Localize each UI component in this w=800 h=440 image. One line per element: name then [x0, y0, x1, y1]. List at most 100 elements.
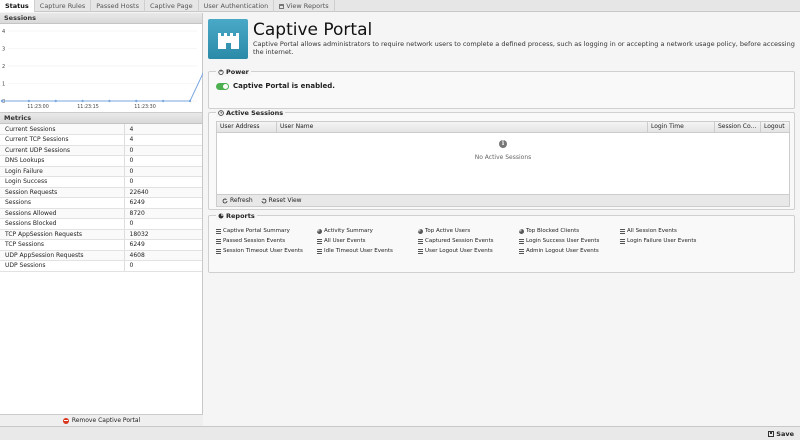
list-icon — [620, 228, 625, 234]
metric-name: TCP Sessions — [0, 239, 124, 251]
report-link[interactable]: User Logout User Events — [418, 248, 519, 254]
power-legend-label: Power — [226, 68, 249, 76]
x-tick-label: 11:23:30 — [134, 104, 156, 110]
grid-toolbar: Refresh Reset View — [216, 195, 790, 207]
save-label: Save — [776, 430, 794, 438]
undo-icon — [261, 197, 267, 203]
metric-value: 6249 — [123, 197, 202, 209]
reset-view-button[interactable]: Reset View — [261, 197, 302, 204]
report-link[interactable]: Captive Portal Summary — [216, 228, 317, 234]
tab-bar: Status Capture Rules Passed Hosts Captiv… — [0, 0, 800, 12]
report-link-label: Activity Summary — [324, 228, 373, 234]
metric-value: 0 — [123, 176, 202, 188]
tab-captive-page[interactable]: Captive Page — [145, 0, 199, 12]
y-tick-label: 1 — [2, 82, 5, 88]
x-tick-label: 11:23:15 — [77, 104, 99, 110]
remove-icon — [62, 417, 69, 424]
metric-value: 0 — [123, 155, 202, 167]
report-link[interactable]: Activity Summary — [317, 228, 418, 234]
metric-row: TCP AppSession Requests 18032 — [0, 229, 202, 240]
report-link[interactable]: Passed Session Events — [216, 238, 317, 244]
empty-state: i No Active Sessions — [217, 140, 789, 161]
report-link-label: Captive Portal Summary — [223, 228, 290, 234]
report-link[interactable]: All User Events — [317, 238, 418, 244]
report-link[interactable]: All Session Events — [620, 228, 721, 234]
refresh-icon — [222, 197, 228, 203]
tab-view-reports[interactable]: View Reports — [274, 0, 335, 12]
info-icon: i — [499, 140, 507, 148]
metric-value: 22640 — [123, 187, 202, 198]
report-link[interactable]: Session Timeout User Events — [216, 248, 317, 254]
metrics-table: Current Sessions 4 Current TCP Sessions 4 Cu… — [0, 124, 202, 272]
metric-row: Current TCP Sessions 4 — [0, 134, 202, 146]
bottom-toolbar: Save — [0, 426, 800, 440]
metric-value: 4 — [123, 124, 202, 135]
calendar-icon — [279, 3, 285, 9]
metric-row: UDP AppSession Requests 4608 — [0, 250, 202, 261]
report-link[interactable]: Captured Session Events — [418, 238, 519, 244]
report-link[interactable]: Login Failure User Events — [620, 238, 721, 244]
power-section: Power Captive Portal is enabled. — [208, 68, 795, 109]
tab-user-authentication[interactable]: User Authentication — [199, 0, 275, 12]
list-icon — [216, 228, 221, 234]
data-point — [108, 99, 111, 103]
pie-icon — [317, 228, 322, 234]
tab-passed-hosts[interactable]: Passed Hosts — [91, 0, 145, 12]
list-icon — [519, 248, 524, 254]
reports-section: Reports Captive Portal Summary Activity S… — [208, 212, 795, 273]
metric-row: Login Success 0 — [0, 176, 202, 188]
captive-portal-logo-icon — [208, 19, 248, 59]
status-sidebar: Sessions 4 3 2 1 0 11:23:00 11:23:15 11:23:30 M… — [0, 13, 203, 426]
report-link[interactable]: Idle Timeout User Events — [317, 248, 418, 254]
metric-value: 4 — [123, 134, 202, 146]
column-user-name[interactable]: User Name — [277, 122, 648, 132]
list-icon — [620, 238, 625, 244]
report-link-label: All User Events — [324, 238, 366, 244]
tab-capture-rules[interactable]: Capture Rules — [35, 0, 92, 12]
report-link[interactable]: Top Blocked Clients — [519, 228, 620, 234]
metric-value: 4608 — [123, 250, 202, 261]
metric-value: 0 — [123, 218, 202, 230]
page-description: Captive Portal allows administrators to … — [253, 40, 795, 56]
report-links: Captive Portal Summary Activity Summary To… — [216, 228, 721, 254]
metric-value: 0 — [123, 166, 202, 177]
column-logout[interactable]: Logout — [761, 122, 789, 132]
y-tick-label: 2 — [2, 64, 5, 70]
data-point — [81, 99, 84, 103]
metric-value: 6249 — [123, 239, 202, 251]
sessions-chart: 4 3 2 1 0 11:23:00 11:23:15 11:23:30 — [0, 24, 203, 113]
column-login-time[interactable]: Login Time — [648, 122, 715, 132]
active-sessions-legend: Active Sessions — [216, 109, 286, 117]
report-link-label: Top Active Users — [425, 228, 471, 234]
active-sessions-legend-label: Active Sessions — [226, 109, 284, 117]
refresh-button[interactable]: Refresh — [222, 197, 253, 204]
metric-row: DNS Lookups 0 — [0, 155, 202, 167]
metric-row: Current UDP Sessions 0 — [0, 145, 202, 156]
metric-row: UDP Sessions 0 — [0, 260, 202, 272]
power-toggle[interactable] — [216, 82, 229, 90]
report-link-label: Idle Timeout User Events — [324, 248, 393, 254]
tab-label: Capture Rules — [39, 1, 86, 10]
x-tick-label: 11:23:00 — [27, 104, 49, 110]
reports-legend-label: Reports — [226, 212, 255, 220]
column-session-count[interactable]: Session Co... — [715, 122, 761, 132]
remove-captive-portal-button[interactable]: Remove Captive Portal — [0, 414, 203, 426]
floppy-icon — [768, 431, 775, 437]
report-link-label: Login Failure User Events — [627, 238, 697, 244]
report-link[interactable]: Top Active Users — [418, 228, 519, 234]
metric-value: 0 — [123, 145, 202, 156]
save-button[interactable]: Save — [768, 430, 794, 438]
column-user-address[interactable]: User Address — [217, 122, 277, 132]
report-link-label: Login Success User Events — [526, 238, 600, 244]
tab-status[interactable]: Status — [0, 0, 35, 12]
report-link[interactable]: Login Success User Events — [519, 238, 620, 244]
report-link-label: All Session Events — [627, 228, 677, 234]
report-link[interactable]: Admin Logout User Events — [519, 248, 620, 254]
y-tick-label: 3 — [2, 47, 5, 53]
metric-row: Current Sessions 4 — [0, 124, 202, 135]
metric-name: Sessions Allowed — [0, 208, 124, 219]
metric-row: TCP Sessions 6249 — [0, 239, 202, 251]
report-link-label: Captured Session Events — [425, 238, 494, 244]
y-tick-label: 4 — [2, 29, 5, 35]
tab-label: Passed Hosts — [96, 1, 139, 10]
